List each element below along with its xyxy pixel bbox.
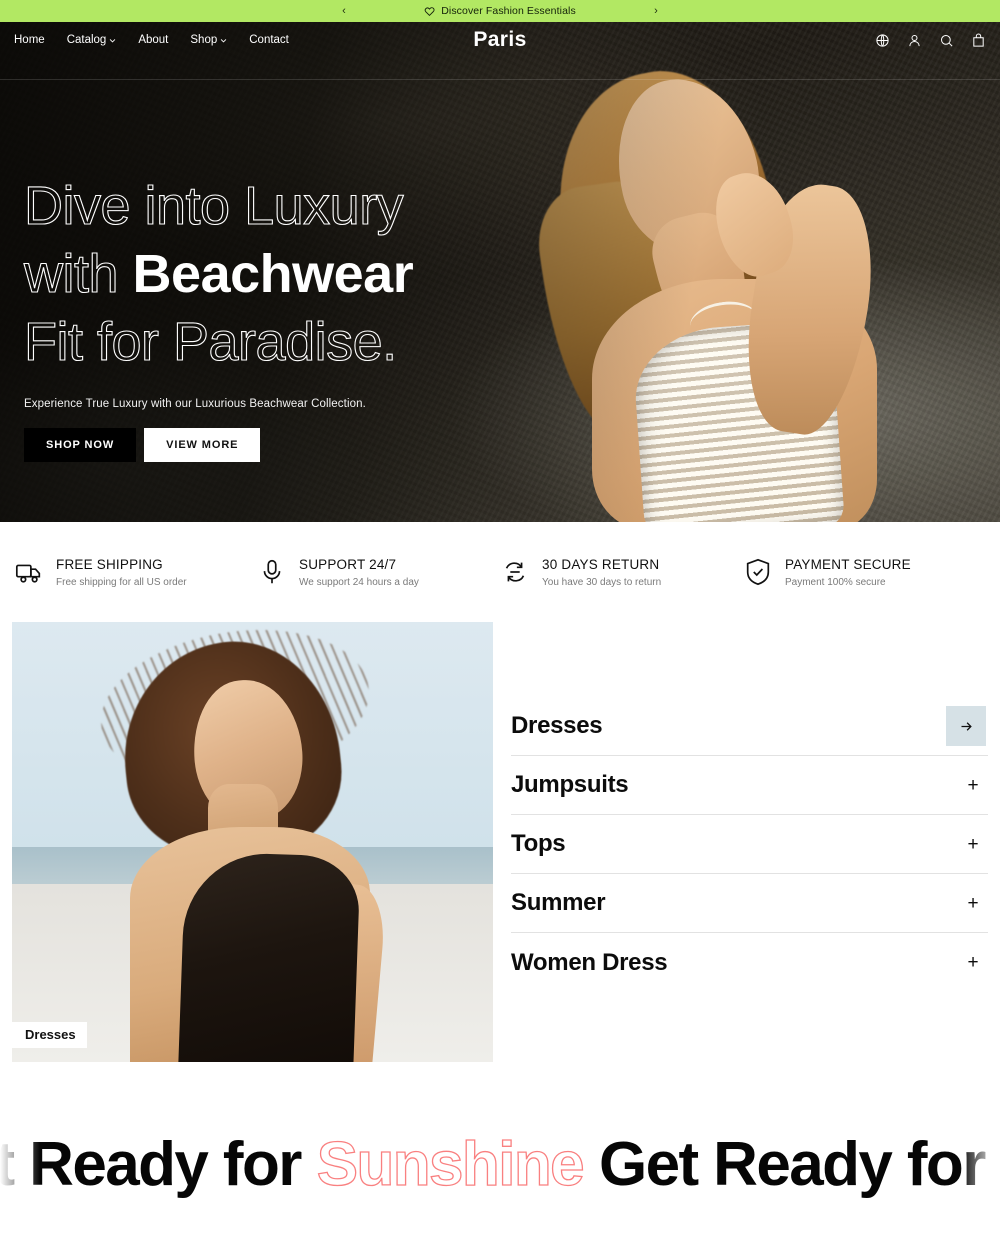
globe-icon[interactable] <box>875 33 890 48</box>
nav-item-home[interactable]: Home <box>14 34 45 46</box>
search-icon[interactable] <box>939 33 954 48</box>
feature-desc: Payment 100% secure <box>785 576 886 588</box>
hero-heading-line-2-prefix: with <box>23 243 133 305</box>
feature-free-shipping: FREE SHIPPING Free shipping for all US o… <box>14 557 257 588</box>
hero-content: Dive into Luxury with Beachwear Fit for … <box>23 172 414 463</box>
hero-heading-emphasis: Beachwear <box>132 244 414 305</box>
nav-item-contact[interactable]: Contact <box>249 34 289 46</box>
accordion-item-tops[interactable]: Tops + <box>511 815 988 874</box>
feature-payment-secure: PAYMENT SECURE Payment 100% secure <box>743 557 986 588</box>
accordion-item-summer[interactable]: Summer + <box>511 874 988 933</box>
accordion-label: Summer <box>511 889 606 916</box>
accordion-label: Dresses <box>511 712 603 739</box>
arrow-right-icon <box>961 721 972 731</box>
accordion-item-dresses[interactable]: Dresses <box>511 697 988 756</box>
feature-desc: We support 24 hours a day <box>299 576 419 588</box>
marquee-track: Get Ready for Sunshine Get Ready for Sun… <box>0 1130 1000 1199</box>
chevron-down-icon <box>220 38 227 43</box>
collection-section: Dresses Dresses Jumpsuits + Tops + Summe… <box>0 622 1000 1062</box>
features-bar: FREE SHIPPING Free shipping for all US o… <box>0 522 1000 622</box>
feature-title: 30 DAYS RETURN <box>542 556 660 572</box>
announcement-content: Discover Fashion Essentials <box>424 5 576 17</box>
accordion-label: Women Dress <box>511 948 668 976</box>
nav-item-about-label: About <box>138 34 169 46</box>
plus-icon[interactable]: + <box>960 776 986 795</box>
plus-icon[interactable]: + <box>960 894 986 913</box>
accordion-item-jumpsuits[interactable]: Jumpsuits + <box>511 756 988 815</box>
nav-links: Home Catalog About Shop Contact <box>14 34 289 46</box>
plus-icon[interactable]: + <box>960 953 986 972</box>
category-accordion: Dresses Jumpsuits + Tops + Summer + Wome… <box>511 622 988 1062</box>
feature-desc: Free shipping for all US order <box>56 576 187 588</box>
heart-icon <box>425 6 435 16</box>
shield-check-icon <box>746 558 770 586</box>
accordion-label: Jumpsuits <box>511 771 629 798</box>
announcement-bar: ‹ Discover Fashion Essentials › <box>0 0 1000 22</box>
nav-item-catalog-label: Catalog <box>66 34 107 46</box>
feature-title: SUPPORT 24/7 <box>299 556 397 572</box>
feature-returns: 30 DAYS RETURN You have 30 days to retur… <box>500 557 743 588</box>
hero-banner: Home Catalog About Shop Contact Paris Di… <box>0 22 1000 522</box>
view-more-button[interactable]: VIEW MORE <box>144 428 261 463</box>
main-navigation: Home Catalog About Shop Contact Paris <box>0 22 1000 58</box>
chevron-left-icon: ‹ <box>342 5 346 17</box>
microphone-icon <box>263 559 281 584</box>
nav-divider <box>0 79 1000 80</box>
accordion-item-women-dress[interactable]: Women Dress + <box>511 933 988 992</box>
feature-support: SUPPORT 24/7 We support 24 hours a day <box>257 557 500 588</box>
collection-image[interactable]: Dresses <box>12 622 493 1062</box>
nav-item-contact-label: Contact <box>249 34 289 46</box>
chevron-down-icon <box>110 38 116 43</box>
cart-icon[interactable] <box>971 32 986 48</box>
collection-image-badge: Dresses <box>12 1022 87 1048</box>
nav-item-shop-label: Shop <box>190 34 218 46</box>
hero-buttons: SHOP NOW VIEW MORE <box>24 428 413 463</box>
hero-heading-line-3: Fit for Paradise. <box>23 312 397 373</box>
feature-desc: You have 30 days to return <box>542 576 662 588</box>
nav-item-shop[interactable]: Shop <box>190 34 227 46</box>
plus-icon[interactable]: + <box>960 835 986 854</box>
header-actions <box>875 32 986 48</box>
nav-item-home-label: Home <box>14 34 45 46</box>
truck-icon <box>15 564 41 583</box>
announcement-prev-button[interactable]: ‹ <box>333 0 355 22</box>
hero-subtitle: Experience True Luxury with our Luxuriou… <box>24 398 366 411</box>
hero-heading-line-1: Dive into Luxury <box>23 175 404 236</box>
hero-heading-line-2: with Beachwear <box>23 240 414 308</box>
chevron-right-icon: › <box>654 5 658 17</box>
marquee-banner: Get Ready for Sunshine Get Ready for Sun… <box>0 1100 1000 1230</box>
nav-item-catalog[interactable]: Catalog <box>67 34 117 46</box>
accordion-open-button[interactable] <box>946 706 986 746</box>
marquee-word-accent: Sunshine <box>316 1130 585 1199</box>
nav-item-about[interactable]: About <box>138 34 168 46</box>
accordion-label: Tops <box>511 830 566 857</box>
marquee-word: Get Ready for <box>0 1130 302 1199</box>
marquee-word: Get Ready for <box>598 1130 986 1199</box>
shop-now-button[interactable]: SHOP NOW <box>24 428 137 463</box>
feature-title: FREE SHIPPING <box>56 556 163 572</box>
announcement-next-button[interactable]: › <box>645 0 667 22</box>
return-icon <box>505 562 525 582</box>
account-icon[interactable] <box>907 33 922 48</box>
announcement-text: Discover Fashion Essentials <box>441 5 576 17</box>
feature-title: PAYMENT SECURE <box>785 556 911 572</box>
